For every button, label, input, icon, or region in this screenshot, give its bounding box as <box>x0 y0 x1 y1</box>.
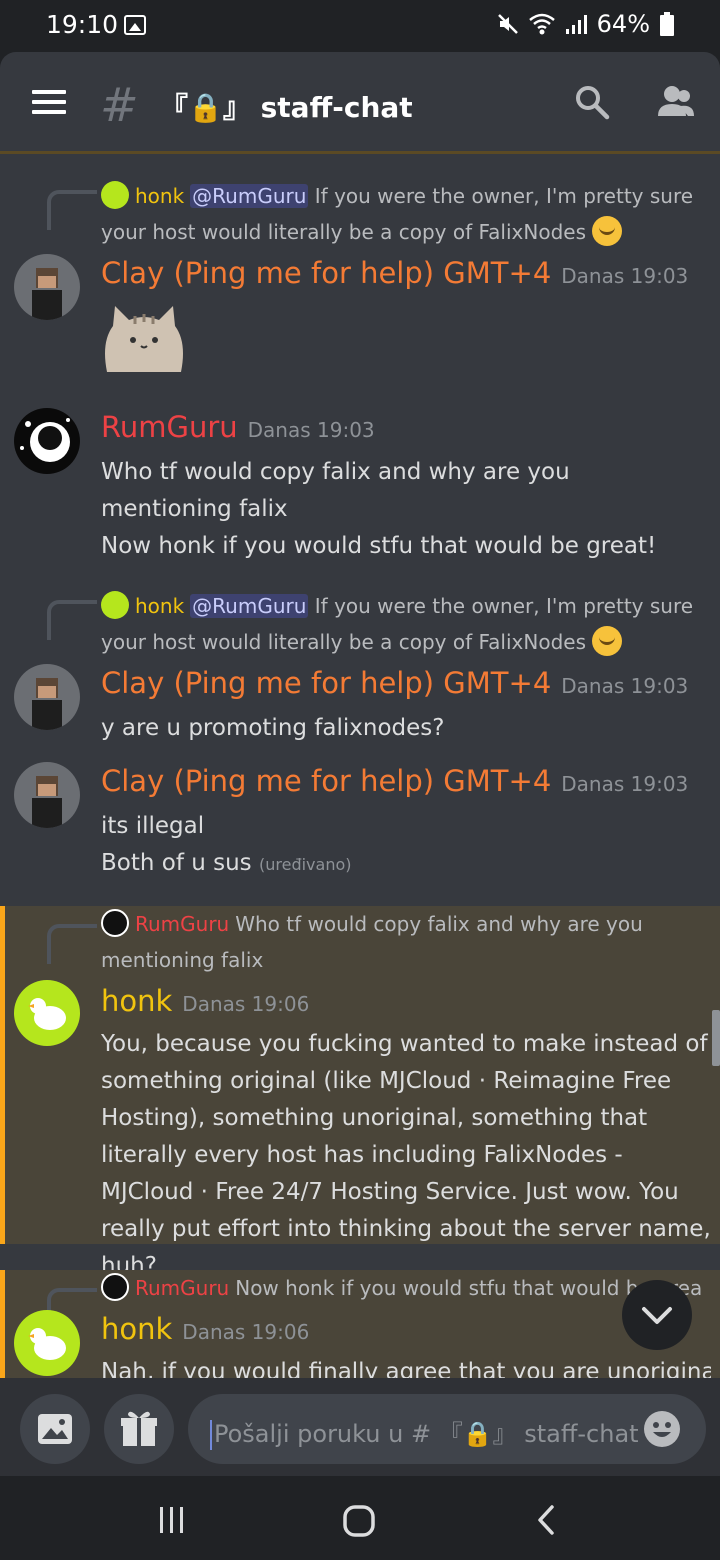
reply-preview[interactable]: honk @RumGuru If you were the owner, I'm … <box>101 588 701 660</box>
message: honk @RumGuru If you were the owner, I'm … <box>0 584 720 754</box>
gallery-icon <box>124 15 146 35</box>
pusheen-sticker[interactable] <box>101 302 187 382</box>
rofl-emoji-icon <box>592 625 623 656</box>
gift-icon <box>121 1411 157 1446</box>
system-nav-bar <box>0 1476 720 1560</box>
image-icon <box>38 1414 72 1444</box>
timestamp: Danas 19:03 <box>561 674 689 698</box>
channel-name: staff-chat <box>260 91 413 124</box>
timestamp: Danas 19:03 <box>247 418 375 442</box>
message-header: Clay (Ping me for help) GMT+4 Danas 19:03 <box>101 256 688 290</box>
timestamp: Danas 19:06 <box>182 1320 310 1344</box>
channel-prefix: 『🔒』 <box>160 91 251 124</box>
author-name[interactable]: honk <box>101 984 172 1018</box>
message-composer: Pošalji poruku u # 『🔒』 staff-chat <box>0 1378 720 1476</box>
menu-icon[interactable] <box>32 90 66 116</box>
message-mention-highlight: RumGuru Who tf would copy falix and why a… <box>0 906 720 1279</box>
message-input[interactable]: Pošalji poruku u # 『🔒』 staff-chat <box>188 1394 706 1464</box>
message-header: honk Danas 19:06 <box>101 1312 309 1346</box>
hash-icon: # <box>100 78 139 132</box>
message-content: Nah, if you would finally agree that you… <box>101 1359 711 1378</box>
mention[interactable]: @RumGuru <box>190 184 309 208</box>
message-line: Who tf would copy falix and why are you … <box>101 459 570 522</box>
avatar[interactable] <box>14 664 80 730</box>
status-bar: 19:10 64% <box>0 0 720 52</box>
message-line: its illegal <box>101 813 205 839</box>
reply-avatar <box>101 1272 129 1301</box>
gift-button[interactable] <box>104 1394 174 1464</box>
chevron-down-icon <box>642 1307 672 1324</box>
channel-title[interactable]: 『🔒』 staff-chat <box>160 86 413 126</box>
avatar[interactable] <box>14 980 80 1046</box>
reply-connector <box>47 190 97 230</box>
timestamp: Danas 19:03 <box>561 772 689 796</box>
author-name[interactable]: honk <box>101 1312 172 1346</box>
wifi-icon <box>528 13 555 35</box>
message-content: y are u promoting falixnodes? <box>101 715 445 741</box>
reply-author: honk <box>135 594 185 618</box>
channel-header: # 『🔒』 staff-chat <box>0 52 720 152</box>
signal-icon <box>565 13 587 35</box>
reply-author: honk <box>135 184 185 208</box>
status-time: 19:10 <box>46 10 119 39</box>
mention[interactable]: @RumGuru <box>190 594 309 618</box>
avatar[interactable] <box>14 408 80 474</box>
battery-level: 64% <box>596 10 650 38</box>
avatar[interactable] <box>14 254 80 320</box>
message-header: Clay (Ping me for help) GMT+4 Danas 19:03 <box>101 666 688 700</box>
message: Clay (Ping me for help) GMT+4 Danas 19:03… <box>0 758 720 888</box>
message-header: honk Danas 19:06 <box>101 984 309 1018</box>
emoji-icon[interactable] <box>644 1411 680 1447</box>
search-icon[interactable] <box>574 84 610 124</box>
reply-author: RumGuru <box>135 1276 230 1300</box>
home-icon[interactable] <box>342 1504 376 1538</box>
reply-author: RumGuru <box>135 912 230 936</box>
text-caret <box>210 1420 212 1450</box>
reply-preview[interactable]: honk @RumGuru If you were the owner, I'm … <box>101 178 701 250</box>
recent-apps-icon[interactable] <box>156 1504 188 1536</box>
author-name[interactable]: Clay (Ping me for help) GMT+4 <box>101 764 551 798</box>
battery-icon <box>660 12 674 36</box>
message-line: Both of u sus <box>101 850 252 876</box>
message: honk @RumGuru If you were the owner, I'm … <box>0 174 720 394</box>
reply-connector <box>47 924 97 964</box>
message-header: Clay (Ping me for help) GMT+4 Danas 19:03 <box>101 764 688 798</box>
edited-label: (uređivano) <box>258 855 352 874</box>
scrollbar-thumb[interactable] <box>712 1010 720 1066</box>
reply-avatar <box>101 180 129 209</box>
members-icon[interactable] <box>656 84 696 124</box>
image-button[interactable] <box>20 1394 90 1464</box>
reply-connector <box>47 600 97 640</box>
reply-avatar <box>101 590 129 619</box>
message-content: its illegal Both of u sus (uređivano) <box>101 808 706 883</box>
author-name[interactable]: RumGuru <box>101 410 238 444</box>
message-line: Now honk if you would stfu that would be… <box>101 533 657 559</box>
jump-to-present-button[interactable] <box>622 1280 692 1350</box>
mute-icon <box>497 13 519 35</box>
status-icons: 64% <box>497 10 674 38</box>
message-list[interactable]: honk @RumGuru If you were the owner, I'm … <box>0 154 720 1378</box>
message-header: RumGuru Danas 19:03 <box>101 410 375 444</box>
message-content: You, because you fucking wanted to make … <box>101 1031 711 1279</box>
timestamp: Danas 19:06 <box>182 992 310 1016</box>
author-name[interactable]: Clay (Ping me for help) GMT+4 <box>101 256 551 290</box>
author-name[interactable]: Clay (Ping me for help) GMT+4 <box>101 666 551 700</box>
message-mention-highlight: RumGuru Now honk if you would stfu that w… <box>0 1270 720 1378</box>
input-placeholder: Pošalji poruku u # 『🔒』 staff-chat <box>214 1420 639 1448</box>
timestamp: Danas 19:03 <box>561 264 689 288</box>
avatar[interactable] <box>14 762 80 828</box>
rofl-emoji-icon <box>592 215 623 246</box>
message-content: Who tf would copy falix and why are you … <box>101 454 691 565</box>
reply-preview[interactable]: RumGuru Now honk if you would stfu that w… <box>101 1270 701 1306</box>
message: RumGuru Danas 19:03 Who tf would copy fal… <box>0 404 720 574</box>
back-icon[interactable] <box>532 1504 562 1536</box>
avatar[interactable] <box>14 1310 80 1376</box>
reply-preview[interactable]: RumGuru Who tf would copy falix and why a… <box>101 906 701 978</box>
reply-avatar <box>101 908 129 937</box>
